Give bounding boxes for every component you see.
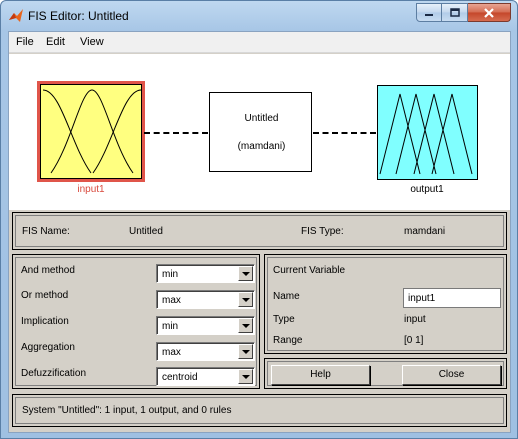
help-button[interactable]: Help [271,365,370,385]
status-text: System "Untitled": 1 input, 1 output, an… [22,405,232,416]
close-icon [484,7,494,18]
close-window-button[interactable] [468,3,511,22]
fis-name-label: FIS Name: [22,226,70,237]
output-membership-triangles-icon [379,93,473,175]
chevron-down-icon [238,318,253,333]
close-button[interactable]: Close [402,365,501,385]
fis-diagram: input1 Untitled (mamdani) output1 [9,54,510,210]
defuzzification-label: Defuzzification [21,368,87,379]
defuzzification-value: centroid [162,372,198,383]
fis-info-panel: FIS Name: Untitled FIS Type: mamdani [12,212,507,250]
range-value: [0 1] [404,335,424,346]
name-label: Name [273,291,300,302]
input-variable-block[interactable] [37,81,145,182]
type-value: input [404,314,426,325]
window-frame: FIS Editor: Untitled File Edit View inpu… [0,0,518,439]
window-title: FIS Editor: Untitled [28,9,129,23]
type-label: Type [273,314,295,325]
menu-view[interactable]: View [80,36,104,48]
range-label: Range [273,335,303,346]
menu-file[interactable]: File [16,36,34,48]
chevron-down-icon [238,266,253,281]
and-method-select[interactable]: min [156,264,255,283]
or-method-value: max [162,295,181,306]
matlab-logo-icon [9,9,23,22]
system-block[interactable]: Untitled (mamdani) [209,92,312,172]
output-connector [313,132,376,134]
variable-name-input[interactable]: input1 [403,288,501,308]
input-label: input1 [77,184,105,195]
output-variable-block[interactable] [377,85,478,180]
minimize-button[interactable] [416,3,442,22]
fis-type-label: FIS Type: [301,226,344,237]
current-variable-panel: Current Variable Name input1 Type input … [264,254,507,354]
aggregation-label: Aggregation [21,342,75,353]
title-bar[interactable]: FIS Editor: Untitled [1,1,517,31]
chevron-down-icon [238,344,253,359]
chevron-down-icon [238,369,253,384]
input-membership-curves-icon [42,89,142,174]
or-method-label: Or method [21,290,69,301]
and-method-value: min [162,269,179,280]
system-name: Untitled [244,113,279,124]
current-variable-heading: Current Variable [273,265,346,276]
menu-bar: File Edit View [9,32,510,53]
implication-select[interactable]: min [156,316,255,335]
fis-type-value: mamdani [404,226,446,237]
client-area: File Edit View input1 Untitled (mamdani) [8,31,511,433]
system-type: (mamdani) [237,141,286,152]
menu-edit[interactable]: Edit [46,36,65,48]
implication-value: min [162,321,179,332]
and-method-label: And method [21,265,75,276]
button-panel: Help Close [264,358,507,389]
fis-name-value: Untitled [129,226,163,237]
aggregation-select[interactable]: max [156,342,255,361]
maximize-button[interactable] [442,3,468,22]
methods-panel: And method min Or method max Implication… [12,254,260,389]
input-connector [144,132,208,134]
minimize-icon [425,13,433,16]
status-bar: System "Untitled": 1 input, 1 output, an… [12,394,507,427]
output-label: output1 [410,184,444,195]
or-method-select[interactable]: max [156,290,255,309]
maximize-icon [449,8,460,17]
chevron-down-icon [238,292,253,307]
aggregation-value: max [162,347,181,358]
implication-label: Implication [21,316,69,327]
defuzzification-select[interactable]: centroid [156,367,255,386]
